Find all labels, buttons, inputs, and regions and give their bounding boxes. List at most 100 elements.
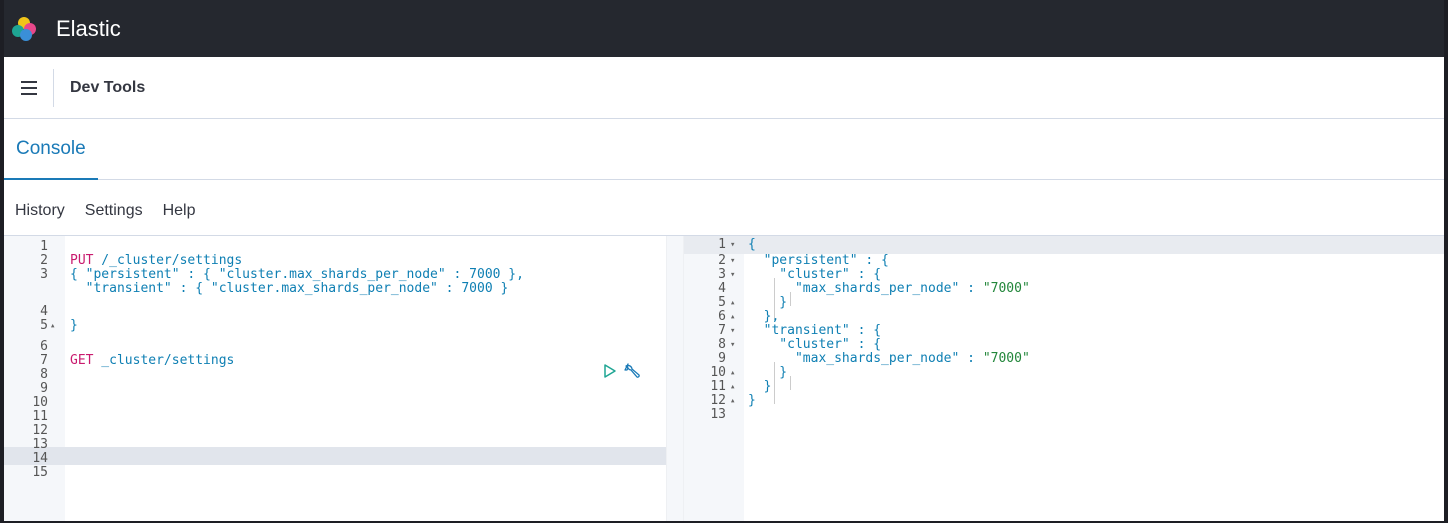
response-line: 4 "max_shards_per_node" : "7000" (684, 282, 1444, 296)
json-value: "7000" (982, 281, 1030, 296)
line-number: 8 (718, 337, 726, 352)
wrench-icon[interactable] (622, 361, 642, 385)
request-actions (602, 361, 642, 385)
play-icon[interactable] (602, 363, 618, 383)
response-line: 6 ▴ }, (684, 310, 1444, 324)
fold-toggle-icon[interactable]: ▾ (730, 338, 735, 352)
response-line: 2 ▾ "persistent" : { (684, 254, 1444, 268)
code-line: 7 GET _cluster/settings (4, 354, 666, 368)
line-number: 7 (718, 323, 726, 338)
response-line: 10 ▴ } (684, 366, 1444, 380)
response-line: 8 ▾ "cluster" : { (684, 338, 1444, 352)
response-line: 9 "max_shards_per_node" : "7000" (684, 352, 1444, 366)
code-line: 10 (4, 396, 666, 410)
line-number: 12 (710, 393, 726, 408)
code-text: "cluster" : { (748, 337, 882, 352)
help-link[interactable]: Help (163, 202, 196, 220)
code-text: "persistent" : { (748, 253, 889, 268)
elastic-logo-icon[interactable] (12, 16, 36, 41)
fold-toggle-icon[interactable]: ▴ (730, 380, 735, 394)
app-title: Elastic (56, 15, 121, 41)
tab-bar: Console (4, 120, 1444, 180)
kibana-window: Elastic Dev Tools Console History Settin… (4, 0, 1444, 521)
line-number: 15 (32, 465, 48, 480)
response-line: 5 ▴ } (684, 296, 1444, 310)
line-number: 2 (40, 253, 48, 268)
fold-toggle-icon[interactable]: ▴ (730, 296, 735, 310)
code-text: { (748, 237, 756, 252)
json-key: "max_shards_per_node" : (748, 351, 983, 366)
console-toolbar: History Settings Help (4, 196, 205, 226)
code-text: "cluster" : { (748, 267, 882, 282)
code-line: 11 (4, 410, 666, 424)
line-number: 2 (718, 253, 726, 268)
line-number: 4 (40, 304, 48, 319)
code-line: 6 (4, 340, 666, 354)
json-value: "7000" (982, 351, 1030, 366)
editor-area: 1 2 PUT /_cluster/settings 3{ "persistent" … (4, 235, 1444, 521)
line-number: 14 (32, 451, 48, 466)
code-line: 4 (4, 305, 666, 319)
hamburger-menu-icon[interactable] (4, 68, 54, 107)
line-number: 7 (40, 353, 48, 368)
code-line: 2 PUT /_cluster/settings (4, 254, 666, 268)
fold-toggle-icon[interactable]: ▴ (730, 310, 735, 324)
line-number: 5 (718, 295, 726, 310)
code-text: "transient" : { "cluster.max_shards_per_… (70, 281, 509, 296)
response-editor[interactable]: 1 ▾ {2 ▾ "persistent" : {3 ▾ "cluster" : {4 … (684, 236, 1444, 521)
response-line: 11 ▴ } (684, 380, 1444, 394)
header-bar: Dev Tools (4, 57, 1444, 119)
pane-resizer[interactable] (666, 236, 684, 521)
code-text: GET _cluster/settings (70, 354, 234, 368)
line-number: 6 (40, 339, 48, 354)
tab-console[interactable]: Console (4, 120, 98, 180)
line-number: 10 (710, 365, 726, 380)
line-number: 11 (710, 379, 726, 394)
fold-toggle-icon[interactable]: ▴ (730, 366, 735, 380)
response-line: 13 (684, 408, 1444, 422)
breadcrumb[interactable]: Dev Tools (70, 79, 145, 97)
json-key: "max_shards_per_node" : (748, 281, 983, 296)
code-text: } (748, 295, 788, 310)
code-line: 5 ▴} (4, 319, 666, 333)
code-line: "transient" : { "cluster.max_shards_per_… (4, 282, 666, 296)
fold-toggle-icon[interactable]: ▾ (730, 324, 735, 338)
line-number: 8 (40, 367, 48, 382)
line-number: 4 (718, 281, 726, 296)
settings-link[interactable]: Settings (85, 202, 143, 220)
line-number: 1 (40, 239, 48, 254)
history-link[interactable]: History (15, 202, 65, 220)
line-number: 6 (718, 309, 726, 324)
code-text: "max_shards_per_node" : "7000" (748, 352, 1030, 366)
request-editor[interactable]: 1 2 PUT /_cluster/settings 3 { "persistent" … (4, 236, 666, 521)
request-path: /_cluster/settings (93, 253, 243, 268)
code-line: 1 (4, 240, 666, 254)
fold-toggle-icon[interactable]: ▾ (730, 268, 735, 282)
http-method: PUT (70, 253, 94, 268)
response-line: 3 ▾ "cluster" : { (684, 268, 1444, 282)
line-number: 10 (32, 395, 48, 410)
code-line: 9 (4, 382, 666, 396)
fold-toggle-icon[interactable]: ▾ (730, 254, 735, 268)
line-number: 13 (710, 407, 726, 422)
code-text: } (748, 379, 772, 394)
code-text: }, (748, 309, 780, 324)
line-number: 1 (718, 237, 726, 252)
line-number: 5 (40, 318, 48, 333)
code-line: 12 (4, 424, 666, 438)
line-number (4, 282, 48, 296)
code-line: 3 { "persistent" : { "cluster.max_shards_… (4, 268, 666, 282)
line-number: 11 (32, 409, 48, 424)
fold-toggle-icon[interactable]: ▾ (730, 238, 735, 252)
code-text: "transient" : { (748, 323, 882, 338)
code-text: } (748, 365, 788, 380)
code-text: } (70, 318, 78, 333)
code-text: { "persistent" : { "cluster.max_shards_p… (70, 267, 524, 282)
response-line: 12 ▴} (684, 394, 1444, 408)
fold-toggle-icon[interactable]: ▴ (50, 319, 55, 333)
http-method: GET (70, 353, 94, 368)
line-number: 13 (32, 437, 48, 452)
response-line: 1 ▾ { (684, 238, 1444, 252)
fold-toggle-icon[interactable]: ▴ (730, 394, 735, 408)
line-number: 3 (40, 267, 48, 282)
